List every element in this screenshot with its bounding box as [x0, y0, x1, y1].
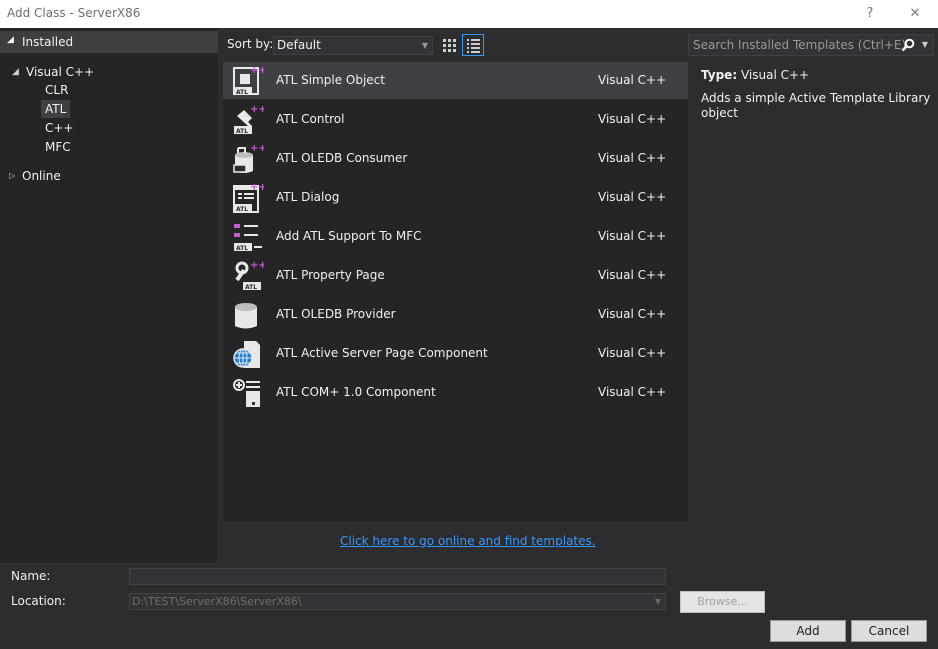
tree-item-mfc[interactable]: MFC — [45, 138, 71, 156]
type-label: Type: — [701, 68, 738, 82]
search-input[interactable]: Search Installed Templates (Ctrl+E) — [693, 38, 906, 52]
tree-item-online[interactable]: Online — [22, 167, 61, 185]
grid-view-icon — [443, 39, 456, 52]
template-row[interactable]: ATL Add ATL Support To MFC Visual C++ — [223, 218, 688, 255]
bottom-form: Name: Location: D:\TEST\ServerX86\Server… — [0, 563, 938, 649]
cancel-button[interactable]: Cancel — [851, 620, 927, 642]
atl-oledb-consumer-icon: ++ — [233, 143, 264, 173]
atl-dialog-icon: ATL ++ — [233, 182, 264, 213]
template-tree: ◢ Installed ◢ Visual C++ CLR ATL C++ MFC… — [0, 28, 218, 563]
svg-text:ATL: ATL — [236, 128, 248, 135]
atl-mfc-support-icon: ATL — [234, 224, 262, 252]
template-language: Visual C++ — [598, 385, 667, 399]
tree-item-atl[interactable]: ATL — [41, 100, 71, 118]
window-title: Add Class - ServerX86 — [7, 6, 141, 20]
installed-label: Installed — [22, 35, 74, 49]
template-row[interactable]: ATL ++ ATL Simple Object Visual C++ — [223, 62, 688, 99]
svg-text:++: ++ — [250, 182, 264, 193]
type-value: Visual C++ — [740, 68, 810, 82]
template-language: Visual C++ — [598, 73, 667, 87]
template-name: ATL Active Server Page Component — [276, 346, 488, 360]
svg-text:ATL: ATL — [245, 284, 257, 291]
browse-button[interactable]: Browse... — [680, 591, 765, 613]
atl-com-component-icon — [233, 379, 260, 407]
collapsed-arrow-icon[interactable]: ▷ — [9, 171, 15, 180]
location-value: D:\TEST\ServerX86\ServerX86\ — [132, 595, 302, 608]
template-name: ATL OLEDB Provider — [276, 307, 396, 321]
template-row[interactable]: ATL COM+ 1.0 Component Visual C++ — [223, 374, 688, 411]
sort-label: Sort by: — [227, 37, 274, 51]
template-name: ATL OLEDB Consumer — [276, 151, 408, 165]
template-name: ATL Simple Object — [276, 73, 385, 87]
sort-value: Default — [277, 38, 321, 52]
list-view-icon — [467, 39, 480, 53]
svg-text:ATL: ATL — [236, 245, 248, 252]
template-row[interactable]: ATL ++ ATL Control Visual C++ — [223, 101, 688, 138]
template-name: ATL Dialog — [276, 190, 340, 204]
tree-item-visual-cpp[interactable]: Visual C++ — [26, 63, 94, 81]
template-language: Visual C++ — [598, 307, 667, 321]
template-row[interactable]: ATL OLEDB Provider Visual C++ — [223, 296, 688, 333]
template-type: Type: Visual C++ — [701, 68, 809, 82]
location-label: Location: — [11, 594, 66, 608]
template-language: Visual C++ — [598, 268, 667, 282]
online-templates-link[interactable]: Click here to go online and find templat… — [340, 534, 596, 548]
svg-text:ATL: ATL — [236, 89, 248, 96]
installed-header[interactable]: ◢ Installed — [0, 31, 218, 53]
sort-dropdown[interactable]: Default ▼ — [273, 36, 433, 55]
template-language: Visual C++ — [598, 190, 667, 204]
template-language: Visual C++ — [598, 151, 667, 165]
search-options-icon[interactable]: ▼ — [922, 40, 928, 49]
atl-oledb-provider-icon — [235, 303, 257, 329]
atl-control-icon: ATL ++ — [234, 104, 264, 135]
template-description: Adds a simple Active Template Library ob… — [701, 91, 931, 120]
template-name: ATL COM+ 1.0 Component — [276, 385, 436, 399]
expanded-arrow-icon: ◢ — [7, 35, 14, 45]
list-view-button[interactable] — [462, 34, 484, 56]
atl-property-page-icon: ATL ++ — [235, 260, 264, 291]
template-name: ATL Property Page — [276, 268, 385, 282]
template-row[interactable]: ATL Active Server Page Component Visual … — [223, 335, 688, 372]
location-field[interactable]: D:\TEST\ServerX86\ServerX86\ ▼ — [129, 593, 666, 610]
template-name: Add ATL Support To MFC — [276, 229, 422, 243]
tree-item-clr[interactable]: CLR — [45, 81, 68, 99]
template-language: Visual C++ — [598, 229, 667, 243]
title-bar: Add Class - ServerX86 ? ✕ — [0, 0, 938, 28]
chevron-down-icon[interactable]: ▼ — [655, 594, 661, 609]
template-name: ATL Control — [276, 112, 345, 126]
template-row[interactable]: ATL ++ ATL Dialog Visual C++ — [223, 179, 688, 216]
svg-text:ATL: ATL — [236, 206, 248, 213]
tree-item-cpp[interactable]: C++ — [45, 119, 74, 137]
name-field[interactable] — [129, 568, 666, 585]
search-box[interactable]: Search Installed Templates (Ctrl+E) ▼ — [688, 34, 934, 56]
add-button[interactable]: Add — [770, 620, 846, 642]
svg-text:++: ++ — [250, 104, 264, 115]
grid-view-button[interactable] — [438, 34, 460, 56]
close-button[interactable]: ✕ — [902, 3, 928, 25]
svg-text:++: ++ — [250, 260, 264, 271]
name-label: Name: — [11, 569, 51, 583]
template-language: Visual C++ — [598, 112, 667, 126]
search-icon[interactable] — [901, 38, 915, 52]
atl-asp-component-icon — [233, 341, 260, 368]
expanded-arrow-icon[interactable]: ◢ — [12, 67, 19, 77]
template-language: Visual C++ — [598, 346, 667, 360]
template-list: ATL ++ ATL Simple Object Visual C++ ATL … — [223, 62, 688, 521]
help-button[interactable]: ? — [857, 3, 883, 25]
template-row[interactable]: ++ ATL OLEDB Consumer Visual C++ — [223, 140, 688, 177]
atl-simple-object-icon: ATL ++ — [233, 65, 264, 96]
svg-text:++: ++ — [250, 65, 264, 76]
svg-text:++: ++ — [250, 143, 264, 154]
chevron-down-icon: ▼ — [421, 41, 428, 50]
template-row[interactable]: ATL ++ ATL Property Page Visual C++ — [223, 257, 688, 294]
